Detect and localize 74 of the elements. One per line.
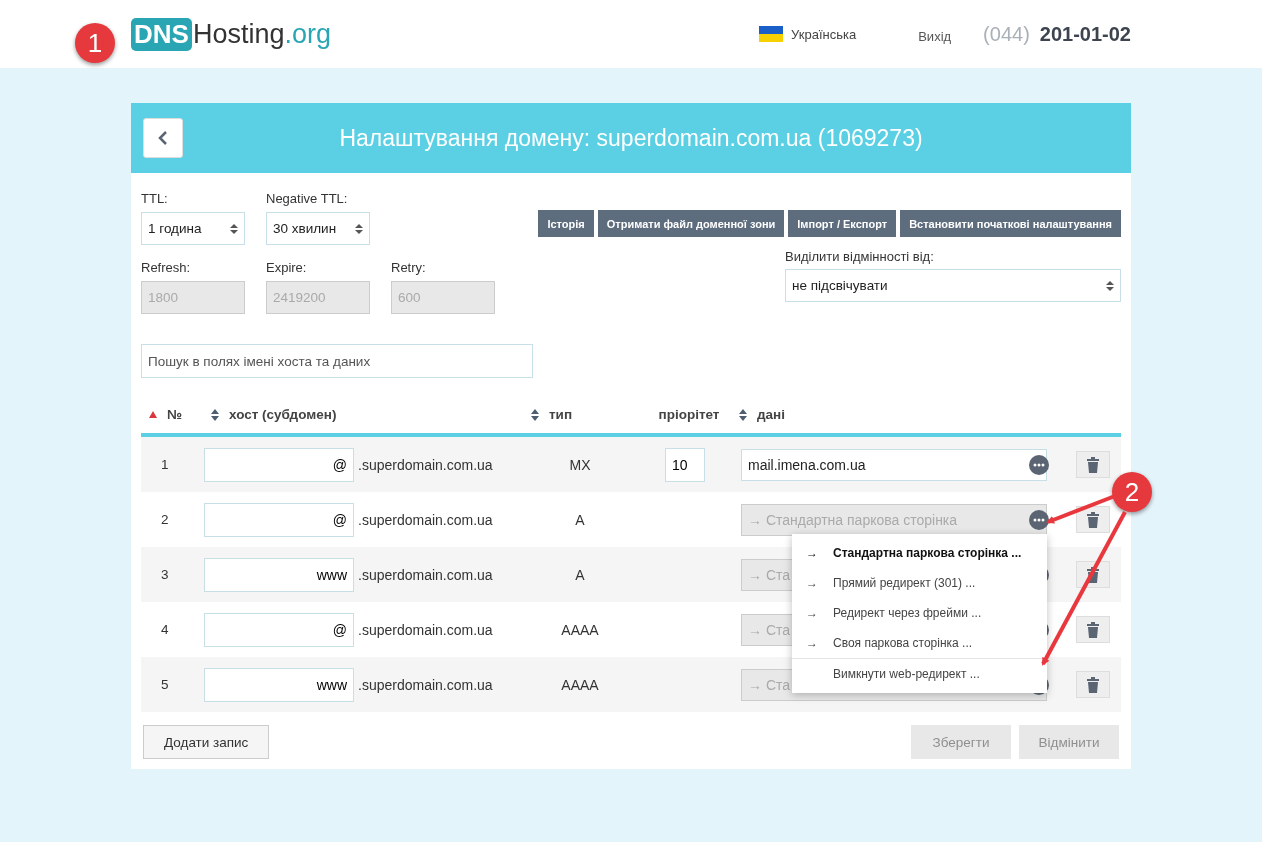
- field-label: Negative TTL:: [266, 191, 349, 206]
- sort-up-icon[interactable]: [149, 411, 157, 418]
- ttl-select[interactable]: 1 година: [141, 212, 245, 245]
- language-link[interactable]: Українська: [791, 26, 857, 42]
- record-type: MX: [568, 456, 592, 473]
- field-label: Refresh:: [141, 260, 192, 275]
- dots-icon: [1033, 462, 1045, 467]
- data-field[interactable]: mail.imena.com.ua: [741, 448, 1047, 481]
- diff-select[interactable]: не підсвічувати: [785, 269, 1121, 302]
- record-type: AAAA: [560, 621, 600, 638]
- delete-button[interactable]: [1076, 616, 1110, 643]
- field-label: Expire:: [266, 260, 308, 275]
- phone-code: (044): [983, 22, 1030, 46]
- chevron-left-icon: [158, 131, 168, 145]
- updown-icon: [355, 222, 363, 235]
- menu-item[interactable]: Вимкнути web-редирект ...: [792, 659, 1047, 689]
- record-type: AAAA: [560, 676, 600, 693]
- row-number: 2: [160, 512, 170, 527]
- sort-icon[interactable]: [211, 408, 219, 421]
- menu-item[interactable]: → Редирект через фрейми ...: [792, 598, 1047, 628]
- field-label: TTL:: [141, 191, 169, 206]
- action-button[interactable]: Отримати файл доменної зони: [597, 210, 785, 237]
- page-title: Налаштування домену: superdomain.com.ua (1069273): [338, 124, 924, 152]
- updown-icon: [1106, 279, 1114, 292]
- search-field[interactable]: Пошук в полях імені хоста та даних: [141, 344, 533, 378]
- trash-icon: [1087, 456, 1099, 473]
- updown-icon: [230, 222, 238, 235]
- action-button[interactable]: Імпорт / Експорт: [788, 210, 897, 237]
- record-type: A: [574, 566, 586, 583]
- readonly-field: 600: [391, 281, 495, 314]
- flag-icon: [759, 26, 784, 42]
- dots-icon: [1033, 517, 1045, 522]
- back-button[interactable]: [143, 118, 183, 158]
- delete-button[interactable]: [1076, 506, 1110, 533]
- field-label: Виділити відмінності від:: [785, 249, 935, 264]
- trash-icon: [1087, 511, 1099, 528]
- column-header: №: [167, 407, 183, 422]
- domain-suffix: .superdomain.com.ua: [358, 511, 493, 528]
- delete-button[interactable]: [1076, 451, 1110, 478]
- add-record-button[interactable]: Додати запис: [143, 725, 270, 759]
- sort-icon[interactable]: [531, 408, 539, 421]
- domain-suffix: .superdomain.com.ua: [358, 456, 493, 473]
- column-header: дані: [757, 407, 785, 422]
- host-field[interactable]: @: [204, 447, 354, 482]
- priority-field[interactable]: 10: [665, 447, 705, 482]
- readonly-field: 2419200: [266, 281, 370, 314]
- action-button[interactable]: Історія: [538, 210, 594, 237]
- menu-item[interactable]: → Своя паркова сторінка ...: [792, 628, 1047, 658]
- annotation-marker: 2: [1112, 472, 1152, 512]
- row-number: 1: [160, 457, 170, 472]
- domain-suffix: .superdomain.com.ua: [358, 566, 493, 583]
- column-header: хост (субдомен): [229, 407, 337, 422]
- record-type: A: [574, 511, 586, 528]
- row-number: 4: [160, 622, 170, 637]
- delete-button[interactable]: [1076, 671, 1110, 698]
- phone-number: 201-01-02: [1039, 22, 1131, 46]
- column-header: пріорітет: [658, 407, 720, 422]
- row-number: 5: [160, 677, 170, 692]
- trash-icon: [1087, 676, 1099, 693]
- readonly-field: 1800: [141, 281, 245, 314]
- menu-item[interactable]: → Стандартна паркова сторінка ...: [792, 538, 1047, 568]
- row-number: 3: [160, 567, 170, 582]
- domain-suffix: .superdomain.com.ua: [358, 676, 493, 693]
- menu-item[interactable]: → Прямий редирект (301) ...: [792, 568, 1047, 598]
- trash-icon: [1087, 566, 1099, 583]
- action-button[interactable]: Встановити початкові налаштування: [900, 210, 1121, 237]
- logo[interactable]: DNS Hosting.org: [131, 17, 331, 51]
- sort-icon[interactable]: [739, 408, 747, 421]
- logout-link[interactable]: Вихід: [918, 28, 952, 44]
- field-label: Retry:: [391, 260, 427, 275]
- domain-suffix: .superdomain.com.ua: [358, 621, 493, 638]
- negative-ttl-select[interactable]: 30 хвилин: [266, 212, 370, 245]
- column-header: тип: [549, 407, 573, 422]
- trash-icon: [1087, 621, 1099, 638]
